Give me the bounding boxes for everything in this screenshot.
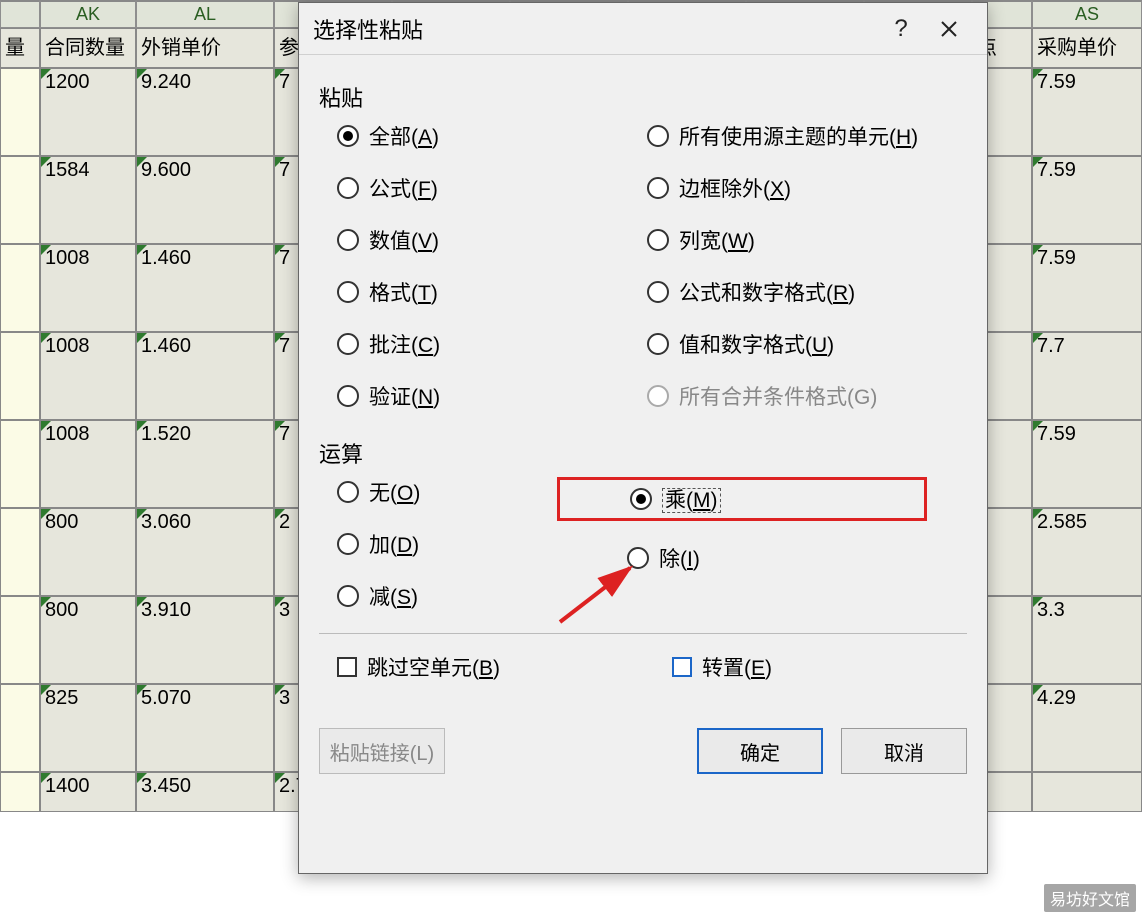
- watermark: 易坊好文馆: [1044, 884, 1136, 912]
- cell[interactable]: 1.460: [136, 244, 274, 332]
- col-header-as[interactable]: AS: [1032, 0, 1142, 28]
- cell[interactable]: 9.240: [136, 68, 274, 156]
- cell[interactable]: 3.060: [136, 508, 274, 596]
- cell[interactable]: [0, 244, 40, 332]
- operation-option-radio[interactable]: 加(D): [337, 529, 597, 559]
- cell[interactable]: 1400: [40, 772, 136, 812]
- radio-icon: [337, 585, 359, 607]
- cell[interactable]: 825: [40, 684, 136, 772]
- radio-icon: [647, 281, 669, 303]
- radio-icon: [337, 229, 359, 251]
- col-header-al[interactable]: AL: [136, 0, 274, 28]
- paste-section-label: 粘贴: [319, 81, 967, 113]
- cell[interactable]: 1008: [40, 244, 136, 332]
- checkbox-icon: [672, 657, 692, 677]
- cell[interactable]: 3.910: [136, 596, 274, 684]
- paste-option-radio[interactable]: 全部(A): [337, 121, 617, 151]
- radio-icon: [647, 229, 669, 251]
- cell[interactable]: 采购单价: [1032, 28, 1142, 68]
- checkbox-icon: [337, 657, 357, 677]
- paste-special-dialog: 选择性粘贴 ? 粘贴 全部(A) 公式(F) 数值(V) 格式(T) 批注(C) 验证(N…: [298, 2, 988, 874]
- cell[interactable]: [0, 420, 40, 508]
- paste-link-button[interactable]: 粘贴链接(L): [319, 728, 445, 774]
- cell[interactable]: [0, 156, 40, 244]
- paste-option-radio[interactable]: 所有使用源主题的单元(H): [647, 121, 927, 151]
- radio-icon: [337, 385, 359, 407]
- cell[interactable]: 7.59: [1032, 420, 1142, 508]
- cell[interactable]: 7.59: [1032, 156, 1142, 244]
- cell[interactable]: 3.450: [136, 772, 274, 812]
- dialog-title: 选择性粘贴: [313, 13, 877, 45]
- radio-icon: [627, 547, 649, 569]
- cell[interactable]: [0, 684, 40, 772]
- radio-icon: [337, 481, 359, 503]
- operation-option-radio[interactable]: 减(S): [337, 581, 597, 611]
- cell[interactable]: 1200: [40, 68, 136, 156]
- col-header[interactable]: [0, 0, 40, 28]
- cell[interactable]: 7.7: [1032, 332, 1142, 420]
- ok-button[interactable]: 确定: [697, 728, 823, 774]
- cell[interactable]: 1584: [40, 156, 136, 244]
- radio-icon: [630, 488, 652, 510]
- operation-section-label: 运算: [319, 437, 967, 469]
- cell[interactable]: 5.070: [136, 684, 274, 772]
- radio-icon: [337, 333, 359, 355]
- cell[interactable]: [0, 772, 40, 812]
- radio-icon: [647, 385, 669, 407]
- cell[interactable]: 9.600: [136, 156, 274, 244]
- cell[interactable]: 7.59: [1032, 68, 1142, 156]
- cell[interactable]: 1.520: [136, 420, 274, 508]
- radio-icon: [337, 281, 359, 303]
- cell[interactable]: 外销单价: [136, 28, 274, 68]
- cell[interactable]: 7.59: [1032, 244, 1142, 332]
- radio-icon: [337, 533, 359, 555]
- cell[interactable]: [0, 596, 40, 684]
- cell[interactable]: 800: [40, 596, 136, 684]
- cell[interactable]: 2.585: [1032, 508, 1142, 596]
- cell[interactable]: [0, 332, 40, 420]
- cell[interactable]: [0, 68, 40, 156]
- paste-option-radio[interactable]: 公式(F): [337, 173, 617, 203]
- radio-icon: [647, 333, 669, 355]
- skip-blank-checkbox[interactable]: 跳过空单元(B): [337, 652, 632, 682]
- cell[interactable]: 量: [0, 28, 40, 68]
- cell[interactable]: 1.460: [136, 332, 274, 420]
- col-header-ak[interactable]: AK: [40, 0, 136, 28]
- divider: [319, 633, 967, 634]
- radio-icon: [337, 125, 359, 147]
- cell[interactable]: [1032, 772, 1142, 812]
- cell[interactable]: 4.29: [1032, 684, 1142, 772]
- cell[interactable]: 800: [40, 508, 136, 596]
- cell[interactable]: [0, 508, 40, 596]
- cancel-button[interactable]: 取消: [841, 728, 967, 774]
- cell[interactable]: 1008: [40, 420, 136, 508]
- paste-option-radio[interactable]: 验证(N): [337, 381, 617, 411]
- transpose-checkbox[interactable]: 转置(E): [672, 652, 967, 682]
- paste-option-radio[interactable]: 数值(V): [337, 225, 617, 255]
- radio-icon: [647, 125, 669, 147]
- operation-option-radio[interactable]: 除(I): [627, 543, 907, 573]
- close-button[interactable]: [925, 5, 973, 53]
- help-button[interactable]: ?: [877, 5, 925, 53]
- radio-icon: [337, 177, 359, 199]
- cell[interactable]: 3.3: [1032, 596, 1142, 684]
- paste-option-radio[interactable]: 批注(C): [337, 329, 617, 359]
- paste-option-radio[interactable]: 格式(T): [337, 277, 617, 307]
- dialog-titlebar: 选择性粘贴 ?: [299, 3, 987, 55]
- paste-option-radio[interactable]: 值和数字格式(U): [647, 329, 927, 359]
- paste-option-radio[interactable]: 列宽(W): [647, 225, 927, 255]
- paste-option-radio[interactable]: 边框除外(X): [647, 173, 927, 203]
- close-icon: [940, 20, 958, 38]
- paste-option-radio: 所有合并条件格式(G): [647, 381, 927, 411]
- cell[interactable]: 合同数量: [40, 28, 136, 68]
- cell[interactable]: 1008: [40, 332, 136, 420]
- paste-option-radio[interactable]: 公式和数字格式(R): [647, 277, 927, 307]
- radio-icon: [647, 177, 669, 199]
- operation-option-radio[interactable]: 乘(M): [630, 484, 721, 514]
